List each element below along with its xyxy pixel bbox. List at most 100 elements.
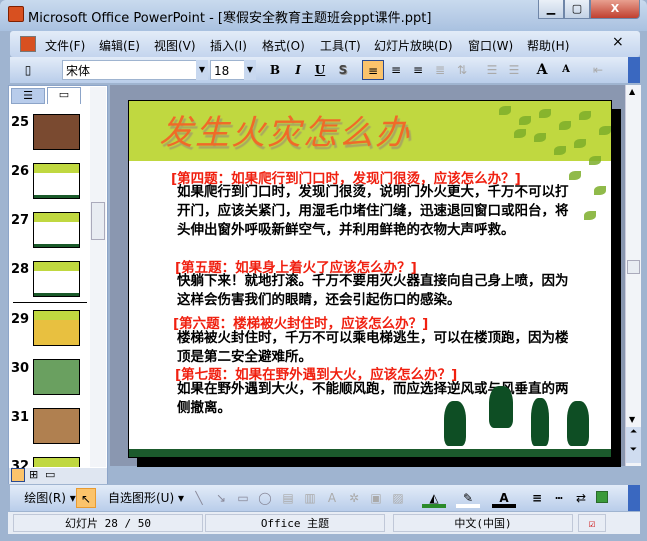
menu-help[interactable]: 帮助(H) (527, 37, 569, 54)
align-right-button[interactable]: ≡ (408, 60, 428, 80)
slide-sorter-button[interactable]: ⊞ (29, 468, 38, 481)
draw-label: 绘图(R) (24, 491, 66, 505)
menu-close-button[interactable]: × (612, 34, 624, 50)
scrollbar-thumb[interactable] (627, 260, 640, 274)
dash-style-button[interactable]: ┅ (550, 488, 568, 508)
slides-panel: ☰ ▭ × 25 26 27 28 29 30 31 32 ⊞ ▭ (8, 85, 108, 484)
align-left-button[interactable]: ≡ (362, 60, 384, 80)
slide-thumbnail-32[interactable] (33, 457, 80, 467)
menu-format[interactable]: 格式(O) (262, 37, 305, 54)
answer-4: 如果爬行到门口时，发现门很烫，说明门外火更大，千万不可以打开门，应该关紧门，用湿… (177, 184, 569, 238)
fill-color-button[interactable]: ◭ (422, 488, 446, 508)
oval-tool[interactable]: ◯ (256, 488, 274, 508)
menu-bar: 文件(F) 编辑(E) 视图(V) 插入(I) 格式(O) 工具(T) 幻灯片放… (10, 31, 640, 57)
distribute-button[interactable]: ≣ (430, 60, 450, 80)
shadow-button[interactable]: S (333, 60, 353, 80)
picture-tool[interactable]: ▨ (390, 488, 406, 508)
line-style-button[interactable]: ≡ (528, 488, 546, 508)
slide-thumbnail-31[interactable] (33, 408, 80, 444)
decrease-font-button[interactable]: A (556, 60, 576, 80)
answer-5: 快躺下来！就地打滚。千万不要用灭火器直接向自己身上喷，因为这样会伤害我们的眼睛，… (177, 273, 569, 308)
wordart-tool[interactable]: A (324, 488, 340, 508)
next-slide-button[interactable]: ⏷ (626, 445, 641, 463)
new-document-button[interactable]: ▯ (18, 60, 38, 80)
menu-view[interactable]: 视图(V) (154, 37, 196, 54)
textbox-tool[interactable]: ▤ (280, 488, 296, 508)
slide-title: 发生火灾怎么办 (159, 113, 411, 153)
slide-thumbnail-27[interactable] (33, 212, 80, 248)
children-running-silhouettes (439, 386, 599, 448)
slide-thumbnail-29[interactable] (33, 310, 80, 346)
increase-font-button[interactable]: A (532, 60, 552, 80)
normal-view-button[interactable] (11, 468, 25, 482)
diagram-tool[interactable]: ✲ (346, 488, 362, 508)
slide-number: 30 (11, 361, 30, 376)
toolbar-options-button[interactable] (628, 485, 640, 511)
outline-tab[interactable]: ☰ (11, 88, 45, 104)
spelling-check-icon[interactable]: ☑ (578, 514, 606, 532)
select-pointer-button[interactable]: ↖ (76, 488, 96, 508)
slides-tab[interactable]: ▭ (47, 87, 81, 104)
line-tool[interactable]: ╲ (190, 488, 208, 508)
autoshapes-label: 自选图形(U) (108, 491, 175, 505)
arrow-tool[interactable]: ↘ (212, 488, 230, 508)
slide-footer-band (129, 449, 611, 457)
vertical-textbox-tool[interactable]: ▥ (302, 488, 318, 508)
drawing-toolbar: 绘图(R) ▾ ↖ 自选图形(U) ▾ ╲ ↘ ▭ ◯ ▤ ▥ A ✲ ▣ ▨ … (10, 485, 640, 511)
slide-thumbnail-25[interactable] (33, 114, 80, 150)
thumbnail-scrollbar[interactable] (90, 87, 106, 467)
slide-number: 28 (11, 262, 30, 277)
draw-menu-button[interactable]: 绘图(R) ▾ (20, 488, 80, 508)
minimize-button[interactable]: ▁ (538, 0, 564, 19)
formatting-toolbar: ▯ 宋体 ▼ 18 ▼ B I U S ≡ ≡ ≡ ≣ ⇅ ☰ ☰ A A ⇤ (10, 57, 640, 83)
slide[interactable]: 发生火灾怎么办 [第四题：如果爬行到门口时，发现门很烫，应该怎么办？] 如果爬行… (128, 100, 612, 458)
decrease-indent-button[interactable]: ⇤ (588, 60, 608, 80)
bold-button[interactable]: B (265, 60, 285, 80)
answer-6: 楼梯被火封住时，千万不可以乘电梯逃生，可以在楼顶跑，因为楼顶是第二安全避难所。 (177, 330, 569, 365)
slide-thumbnail-30[interactable] (33, 359, 80, 395)
maximize-button[interactable]: ▢ (564, 0, 590, 19)
menu-insert[interactable]: 插入(I) (210, 37, 247, 54)
slide-number: 25 (11, 115, 30, 130)
underline-button[interactable]: U (310, 60, 330, 80)
line-color-button[interactable]: ✎ (456, 488, 480, 508)
font-color-button[interactable]: A (492, 488, 516, 508)
toolbar-options-button[interactable] (628, 57, 640, 83)
menu-tools[interactable]: 工具(T) (320, 37, 361, 54)
scrollbar-thumb[interactable] (91, 202, 105, 240)
menu-file[interactable]: 文件(F) (45, 37, 85, 54)
vertical-scrollbar[interactable]: ▲ ▼ ⏶ ⏷ (625, 85, 641, 466)
slide-number: 29 (11, 312, 30, 327)
slide-number: 26 (11, 164, 30, 179)
autoshapes-menu-button[interactable]: 自选图形(U) ▾ (105, 488, 187, 508)
slide-number: 31 (11, 410, 30, 425)
window-title: Microsoft Office PowerPoint - [寒假安全教育主题班… (28, 11, 432, 26)
font-dropdown-arrow[interactable]: ▼ (196, 60, 208, 80)
bullets-button[interactable]: ☰ (504, 60, 524, 80)
slide-thumbnail-26[interactable] (33, 163, 80, 199)
menu-edit[interactable]: 编辑(E) (99, 37, 140, 54)
menu-slideshow[interactable]: 幻灯片放映(D) (374, 37, 453, 54)
arrow-style-button[interactable]: ⇄ (572, 488, 590, 508)
close-button[interactable]: X (590, 0, 640, 19)
size-dropdown-arrow[interactable]: ▼ (244, 60, 256, 80)
previous-slide-button[interactable]: ⏶ (626, 427, 641, 445)
powerpoint-app-icon[interactable] (8, 6, 24, 22)
slideshow-button[interactable]: ▭ (45, 468, 55, 481)
theme-name: Office 主题 (205, 514, 385, 532)
view-buttons: ⊞ ▭ (9, 468, 107, 484)
menu-window[interactable]: 窗口(W) (468, 37, 513, 54)
shadow-style-button[interactable] (596, 491, 608, 503)
line-spacing-button[interactable]: ⇅ (452, 60, 472, 80)
slide-number: 27 (11, 213, 30, 228)
numbering-button[interactable]: ☰ (482, 60, 502, 80)
scroll-down-arrow[interactable]: ▼ (629, 415, 635, 424)
italic-button[interactable]: I (288, 60, 308, 80)
document-icon[interactable] (20, 36, 36, 52)
rectangle-tool[interactable]: ▭ (234, 488, 252, 508)
scroll-up-arrow[interactable]: ▲ (629, 87, 635, 96)
font-name-field[interactable]: 宋体 (62, 60, 207, 80)
slide-thumbnail-28[interactable] (33, 261, 80, 297)
align-center-button[interactable]: ≡ (386, 60, 406, 80)
clipart-tool[interactable]: ▣ (368, 488, 384, 508)
